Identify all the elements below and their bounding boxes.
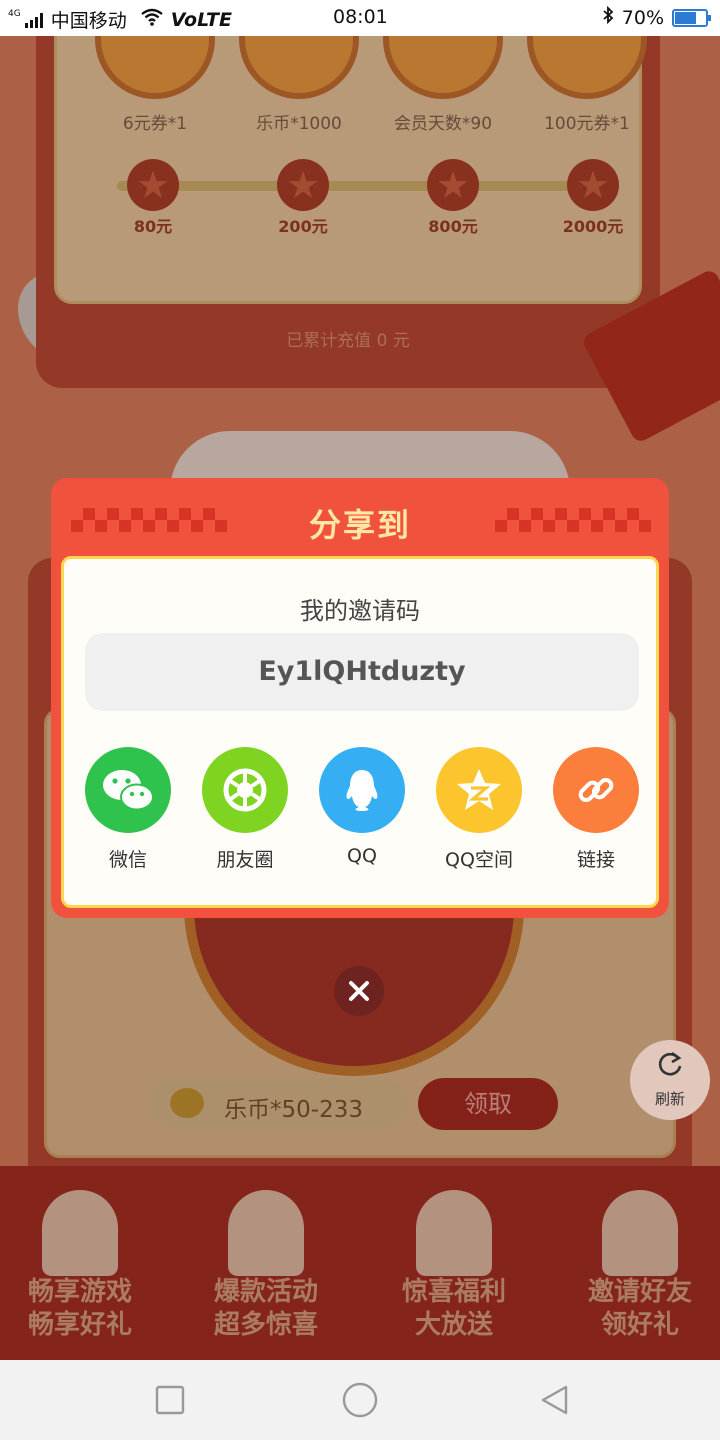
- share-option-moments[interactable]: 朋友圈: [195, 747, 295, 872]
- link-icon: [553, 747, 639, 833]
- battery-percent: 70%: [621, 6, 664, 29]
- close-icon: [348, 975, 370, 1010]
- share-option-label: 微信: [108, 849, 147, 871]
- share-card: 我的邀请码 Ey1lQHtduzty 微信 朋友圈 QQ QQ空间 链接: [61, 556, 659, 908]
- refresh-button[interactable]: 刷新: [630, 1040, 710, 1120]
- moments-icon: [202, 747, 288, 833]
- close-button[interactable]: [334, 966, 384, 1016]
- signal-icon: [24, 12, 43, 28]
- home-button[interactable]: [340, 1380, 380, 1420]
- network-type: 4G: [8, 8, 21, 19]
- recent-apps-button[interactable]: [150, 1380, 190, 1420]
- volte-label: VoLTE: [170, 8, 232, 31]
- share-option-label: 朋友圈: [216, 849, 274, 871]
- qzone-icon: [436, 747, 522, 833]
- dialog-title: 分享到: [308, 506, 411, 544]
- share-option-qzone[interactable]: QQ空间: [429, 747, 529, 872]
- bluetooth-icon: [602, 5, 614, 29]
- clock: 08:01: [333, 6, 388, 28]
- share-option-link[interactable]: 链接: [546, 747, 646, 872]
- invite-code-title: 我的邀请码: [300, 597, 420, 625]
- system-nav-bar: [0, 1360, 720, 1440]
- wifi-icon: [140, 8, 163, 31]
- invite-code-field[interactable]: Ey1lQHtduzty: [85, 633, 639, 711]
- refresh-icon: [630, 1050, 710, 1088]
- share-option-label: QQ空间: [445, 849, 513, 871]
- share-option-qq[interactable]: QQ: [312, 747, 412, 867]
- battery-icon: [672, 8, 711, 27]
- share-dialog: 分享到 我的邀请码 Ey1lQHtduzty 微信 朋友圈 QQ QQ空间 链接: [51, 478, 669, 918]
- qq-icon: [319, 747, 405, 833]
- back-button[interactable]: [534, 1380, 574, 1420]
- carrier-name: 中国移动: [50, 10, 127, 32]
- share-option-label: QQ: [347, 845, 377, 867]
- status-bar: 4G 中国移动 VoLTE 08:01 70%: [0, 0, 720, 36]
- share-option-wechat[interactable]: 微信: [78, 747, 178, 872]
- refresh-label: 刷新: [654, 1090, 685, 1108]
- wechat-icon: [85, 747, 171, 833]
- share-option-label: 链接: [576, 849, 615, 871]
